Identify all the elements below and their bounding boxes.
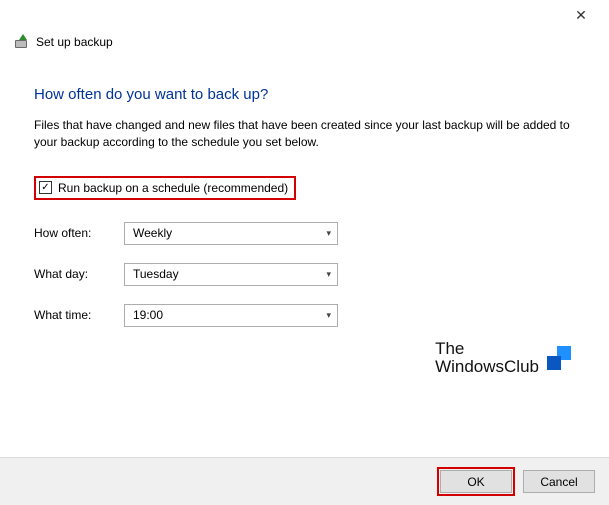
chevron-down-icon: ▾ <box>326 228 331 239</box>
page-heading: How often do you want to back up? <box>34 86 575 103</box>
dialog-header: Set up backup <box>0 30 609 58</box>
label-what-day: What day: <box>34 267 124 281</box>
close-button[interactable]: ✕ <box>561 0 601 30</box>
select-how-often-value: Weekly <box>133 226 172 240</box>
select-what-time[interactable]: 19:00 ▾ <box>124 304 338 327</box>
schedule-checkbox[interactable]: ✓ <box>39 181 52 194</box>
watermark-text: The WindowsClub <box>435 340 539 376</box>
chevron-down-icon: ▾ <box>326 310 331 321</box>
watermark-line1: The <box>435 340 539 358</box>
select-what-day-value: Tuesday <box>133 267 179 281</box>
titlebar: ✕ <box>0 0 609 30</box>
dialog-title: Set up backup <box>36 35 113 49</box>
close-icon: ✕ <box>575 7 587 24</box>
row-how-often: How often: Weekly ▾ <box>34 222 575 245</box>
cancel-button[interactable]: Cancel <box>523 470 595 493</box>
select-what-day[interactable]: Tuesday ▾ <box>124 263 338 286</box>
schedule-checkbox-label: Run backup on a schedule (recommended) <box>58 181 288 195</box>
row-what-time: What time: 19:00 ▾ <box>34 304 575 327</box>
page-description: Files that have changed and new files th… <box>34 117 574 152</box>
label-how-often: How often: <box>34 226 124 240</box>
ok-button[interactable]: OK <box>440 470 512 493</box>
label-what-time: What time: <box>34 308 124 322</box>
backup-schedule-dialog: ✕ Set up backup How often do you want to… <box>0 0 609 505</box>
row-what-day: What day: Tuesday ▾ <box>34 263 575 286</box>
watermark-line2: WindowsClub <box>435 358 539 376</box>
watermark-logo-icon <box>547 346 571 370</box>
chevron-down-icon: ▾ <box>326 269 331 280</box>
watermark: The WindowsClub <box>435 340 571 376</box>
dialog-footer: OK Cancel <box>0 457 609 505</box>
schedule-checkbox-row[interactable]: ✓ Run backup on a schedule (recommended) <box>34 176 296 200</box>
dialog-body: How often do you want to back up? Files … <box>0 58 609 327</box>
ok-button-highlight: OK <box>437 467 515 496</box>
backup-icon <box>14 34 30 50</box>
select-how-often[interactable]: Weekly ▾ <box>124 222 338 245</box>
select-what-time-value: 19:00 <box>133 308 163 322</box>
schedule-fields: How often: Weekly ▾ What day: Tuesday ▾ … <box>34 222 575 327</box>
